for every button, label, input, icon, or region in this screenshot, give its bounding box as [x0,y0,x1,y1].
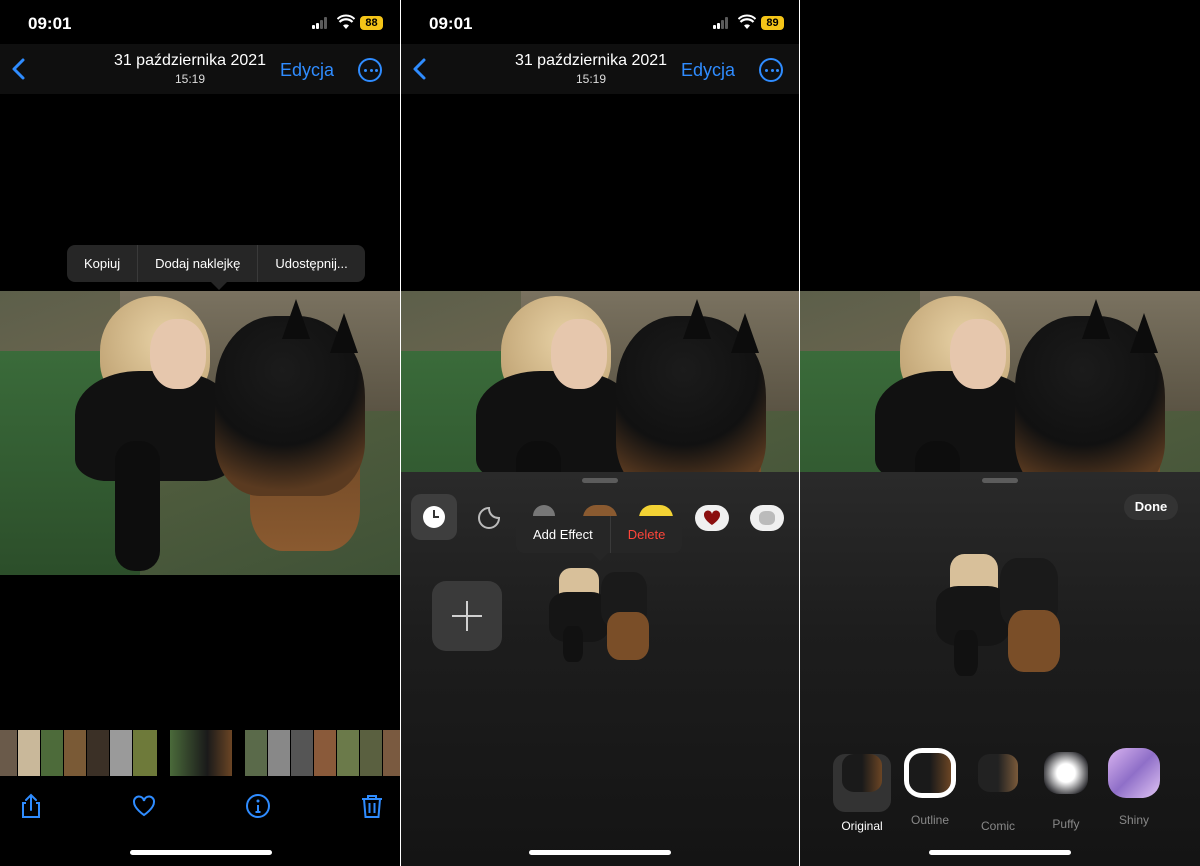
heart-icon[interactable] [131,793,157,819]
battery-indicator: 89 [761,16,784,30]
copy-button[interactable]: Kopiuj [67,245,139,282]
share-button[interactable]: Udostępnij... [258,245,364,282]
home-indicator[interactable] [529,850,671,855]
heart-sticker[interactable] [695,505,729,531]
effect-label: Original [841,819,883,833]
thumbnail[interactable] [291,730,313,776]
home-indicator[interactable] [130,850,272,855]
thumbnail[interactable] [383,730,400,776]
status-time: 09:01 [429,14,473,33]
effect-thumbnail [969,754,1027,812]
navigation-bar: 31 października 2021 15:19 Edycja [0,44,400,94]
effect-thumbnail [901,748,959,806]
info-icon[interactable] [245,793,271,819]
effect-original[interactable]: Original [832,744,892,833]
effect-puffy[interactable]: Puffy [1036,744,1096,831]
ellipsis-circle-icon[interactable] [759,58,783,82]
battery-indicator: 88 [360,16,383,30]
edit-button[interactable]: Edycja [681,60,735,81]
effect-outline[interactable]: Outline [900,744,960,827]
effect-label: Comic [980,819,1015,833]
photo-viewer-panel: 09:01 88 31 października 2021 15:19 Edyc… [0,0,400,866]
effect-shiny[interactable]: Shiny [1104,744,1164,827]
lift-subject-menu: Kopiuj Dodaj naklejkę Udostępnij... [67,245,365,290]
plus-icon[interactable] [432,581,502,651]
ellipsis-circle-icon[interactable] [358,58,382,82]
home-indicator[interactable] [929,850,1071,855]
clock-icon [423,506,445,528]
delete-button[interactable]: Delete [611,516,683,553]
wifi-icon [337,14,355,29]
add-effect-button[interactable]: Add Effect [516,516,611,553]
drawer-grabber[interactable] [982,478,1018,483]
thumbnail[interactable] [110,730,132,776]
thumbnail[interactable] [0,730,17,776]
effect-comic[interactable]: Comic [968,744,1028,833]
effect-thumbnail [833,754,891,812]
thumbnail[interactable] [87,730,109,776]
thumbnail[interactable] [18,730,40,776]
status-bar: 09:01 88 [0,0,400,44]
add-sticker-button[interactable]: Dodaj naklejkę [138,245,259,282]
effect-thumbnail [1037,752,1095,810]
thumbnail[interactable] [41,730,63,776]
cellular-signal-icon [713,17,731,29]
subject-sticker[interactable] [549,566,653,662]
thumbnail[interactable] [360,730,382,776]
sticker-picker-panel: 09:01 89 31 października 2021 15:19 Edyc… [401,0,799,866]
thumbnail[interactable] [133,730,157,776]
thumbnail[interactable] [314,730,336,776]
effect-label: Shiny [1118,813,1150,827]
effect-label: Puffy [1052,817,1080,831]
status-time: 09:01 [28,14,72,33]
shape-sticker[interactable] [750,505,784,531]
thumbnail[interactable] [64,730,86,776]
recents-tab[interactable] [411,494,457,540]
status-bar: 09:01 89 [401,0,799,44]
sticker-effects-panel: Done Original Outline Comic Puffy Shiny [800,0,1200,866]
sticker-preview [936,552,1066,676]
done-button[interactable]: Done [1124,494,1178,520]
effect-thumbnail [1105,748,1163,806]
thumbnail[interactable] [245,730,267,776]
wifi-icon [738,14,756,29]
edit-button[interactable]: Edycja [280,60,334,81]
trash-icon[interactable] [359,793,385,819]
thumbnail[interactable] [268,730,290,776]
photo-thumbnail-strip[interactable] [0,730,400,776]
sticker-context-menu: Add Effect Delete [516,516,683,561]
thumbnail[interactable] [337,730,359,776]
drawer-grabber[interactable] [582,478,618,483]
cellular-signal-icon [312,17,330,29]
thumbnail-selected[interactable] [170,730,232,776]
sticker-icon[interactable] [477,506,501,530]
main-photo[interactable] [0,291,400,575]
share-icon[interactable] [18,793,44,819]
effect-label: Outline [910,813,950,827]
navigation-bar: 31 października 2021 15:19 Edycja [401,44,799,94]
